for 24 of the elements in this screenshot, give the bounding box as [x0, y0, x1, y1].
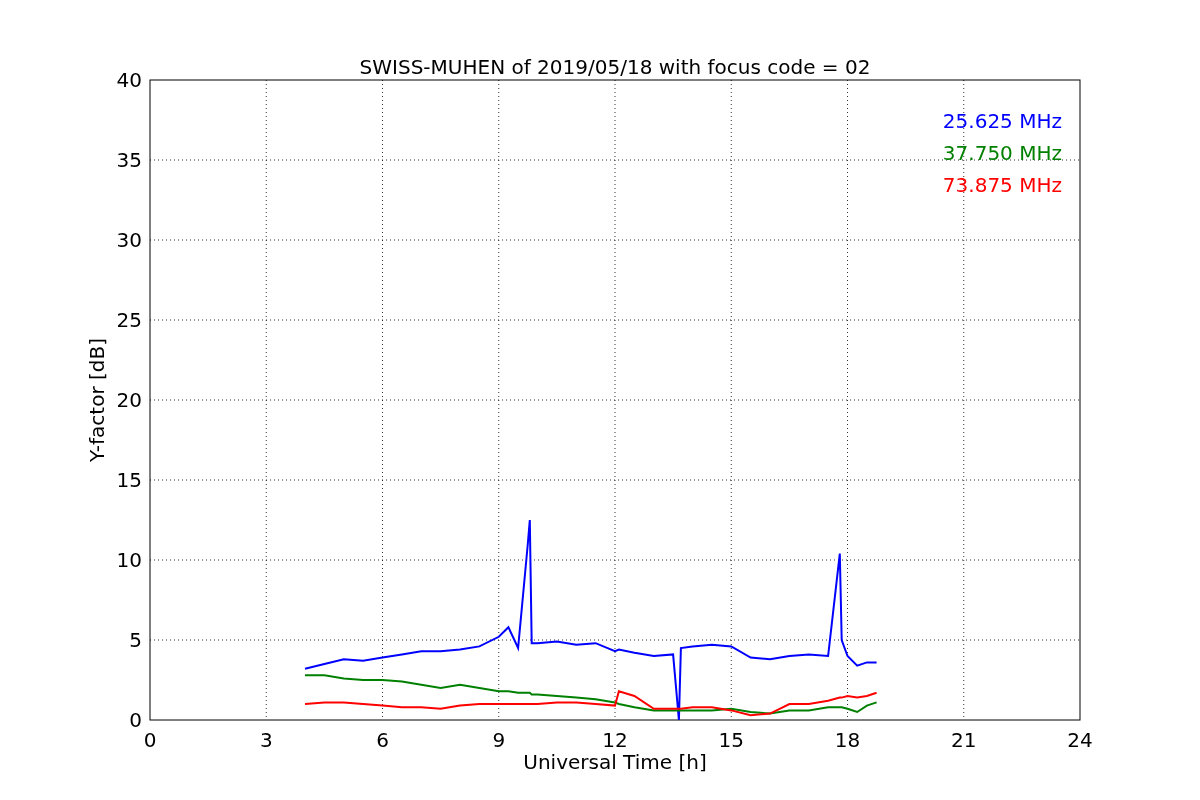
x-tick-label: 0: [143, 728, 157, 752]
x-axis-label: Universal Time [h]: [523, 750, 707, 774]
y-tick-label: 0: [129, 708, 142, 732]
x-tick-label: 3: [259, 728, 273, 752]
x-tick-label: 21: [951, 728, 977, 752]
y-tick-label: 5: [129, 628, 142, 652]
y-tick-label: 10: [116, 548, 142, 572]
y-tick-label: 40: [116, 68, 142, 92]
legend-label: 73.875 MHz: [942, 173, 1062, 197]
x-tick-label: 6: [376, 728, 389, 752]
legend-label: 25.625 MHz: [942, 109, 1062, 133]
x-tick-label: 18: [834, 728, 861, 752]
x-tick-label: 9: [492, 728, 506, 752]
chart-title: SWISS-MUHEN of 2019/05/18 with focus code = 02: [359, 55, 871, 79]
x-tick-label: 15: [718, 728, 744, 752]
x-tick-label: 24: [1067, 728, 1093, 752]
y-tick-label: 35: [116, 148, 142, 172]
y-tick-label: 25: [116, 308, 142, 332]
x-tick-label: 12: [602, 728, 628, 752]
y-axis-label: Y-factor [dB]: [85, 338, 109, 462]
y-tick-label: 30: [116, 228, 142, 252]
y-tick-label: 15: [116, 468, 142, 492]
legend-label: 37.750 MHz: [942, 141, 1062, 165]
y-tick-label: 20: [116, 388, 142, 412]
